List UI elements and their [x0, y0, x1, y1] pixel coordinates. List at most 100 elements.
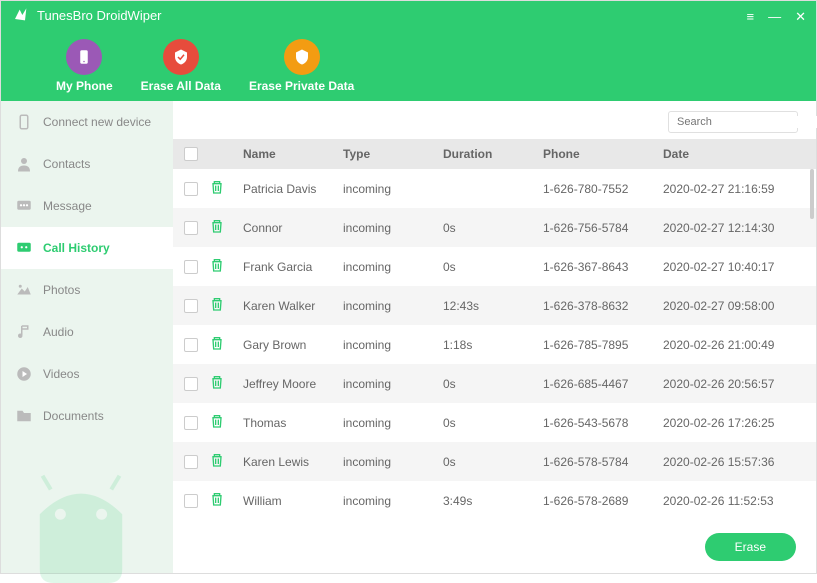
sidebar-item-label: Message — [43, 199, 92, 213]
sidebar-item-callhistory[interactable]: Call History — [1, 227, 173, 269]
col-phone: Phone — [543, 147, 663, 161]
cell-type: incoming — [343, 260, 443, 274]
table: Name Type Duration Phone Date Patricia D… — [173, 139, 816, 521]
cell-phone: 1-626-685-4467 — [543, 377, 663, 391]
shield-check-icon — [163, 39, 199, 75]
sidebar-item-message[interactable]: Message — [1, 185, 173, 227]
cell-type: incoming — [343, 416, 443, 430]
cell-date: 2020-02-26 20:56:57 — [663, 377, 816, 391]
photos-icon — [15, 281, 33, 299]
sidebar-item-photos[interactable]: Photos — [1, 269, 173, 311]
cell-type: incoming — [343, 299, 443, 313]
tab-my-phone[interactable]: My Phone — [56, 39, 113, 93]
row-checkbox[interactable] — [184, 221, 198, 235]
sidebar: Connect new device Contacts Message Call Hi… — [1, 101, 173, 573]
trash-icon[interactable] — [209, 257, 225, 273]
cell-type: incoming — [343, 182, 443, 196]
minimize-icon[interactable]: — — [768, 9, 781, 25]
trash-icon[interactable] — [209, 452, 225, 468]
cell-name: Jeffrey Moore — [243, 377, 343, 391]
cell-phone: 1-626-578-5784 — [543, 455, 663, 469]
cell-name: Frank Garcia — [243, 260, 343, 274]
cell-date: 2020-02-27 12:14:30 — [663, 221, 816, 235]
erase-button[interactable]: Erase — [705, 533, 796, 561]
trash-icon[interactable] — [209, 296, 225, 312]
footer: Erase — [173, 521, 816, 573]
cell-name: William — [243, 494, 343, 508]
trash-icon[interactable] — [209, 491, 225, 507]
row-checkbox[interactable] — [184, 338, 198, 352]
connect-icon — [15, 113, 33, 131]
cell-date: 2020-02-27 09:58:00 — [663, 299, 816, 313]
trash-icon[interactable] — [209, 218, 225, 234]
table-row: Patricia Davis incoming 1-626-780-7552 2… — [173, 169, 816, 208]
cell-phone: 1-626-756-5784 — [543, 221, 663, 235]
row-checkbox[interactable] — [184, 260, 198, 274]
row-checkbox[interactable] — [184, 416, 198, 430]
main: Connect new device Contacts Message Call Hi… — [1, 101, 816, 573]
trash-icon[interactable] — [209, 374, 225, 390]
row-checkbox[interactable] — [184, 377, 198, 391]
videos-icon — [15, 365, 33, 383]
row-checkbox[interactable] — [184, 455, 198, 469]
message-icon — [15, 197, 33, 215]
sidebar-item-documents[interactable]: Documents — [1, 395, 173, 437]
col-type: Type — [343, 147, 443, 161]
sidebar-item-label: Photos — [43, 283, 80, 297]
cell-date: 2020-02-26 21:00:49 — [663, 338, 816, 352]
cell-type: incoming — [343, 494, 443, 508]
sidebar-item-label: Videos — [43, 367, 79, 381]
scrollbar[interactable] — [810, 169, 814, 219]
table-row: Jeffrey Moore incoming 0s 1-626-685-4467… — [173, 364, 816, 403]
sidebar-item-audio[interactable]: Audio — [1, 311, 173, 353]
app-logo-icon — [13, 7, 29, 23]
sidebar-item-contacts[interactable]: Contacts — [1, 143, 173, 185]
table-row: Gary Brown incoming 1:18s 1-626-785-7895… — [173, 325, 816, 364]
cell-date: 2020-02-26 11:52:53 — [663, 494, 816, 508]
titlebar: TunesBro DroidWiper ≡ — ✕ — [1, 1, 816, 29]
table-row: Karen Walker incoming 12:43s 1-626-378-8… — [173, 286, 816, 325]
col-duration: Duration — [443, 147, 543, 161]
sidebar-item-label: Call History — [43, 241, 110, 255]
cell-phone: 1-626-780-7552 — [543, 182, 663, 196]
table-row: Connor incoming 0s 1-626-756-5784 2020-0… — [173, 208, 816, 247]
tab-erase-all[interactable]: Erase All Data — [141, 39, 221, 93]
cell-phone: 1-626-378-8632 — [543, 299, 663, 313]
row-checkbox[interactable] — [184, 299, 198, 313]
row-checkbox[interactable] — [184, 182, 198, 196]
cell-phone: 1-626-785-7895 — [543, 338, 663, 352]
top-tabs: My Phone Erase All Data Erase Private Da… — [1, 39, 354, 93]
sidebar-item-label: Contacts — [43, 157, 90, 171]
cell-phone: 1-626-367-8643 — [543, 260, 663, 274]
sidebar-item-videos[interactable]: Videos — [1, 353, 173, 395]
app-title: TunesBro DroidWiper — [37, 8, 162, 23]
cell-duration: 0s — [443, 377, 543, 391]
row-checkbox[interactable] — [184, 494, 198, 508]
cell-date: 2020-02-26 17:26:25 — [663, 416, 816, 430]
documents-icon — [15, 407, 33, 425]
cell-duration: 3:49s — [443, 494, 543, 508]
content: Name Type Duration Phone Date Patricia D… — [173, 101, 816, 573]
sidebar-item-label: Documents — [43, 409, 104, 423]
trash-icon[interactable] — [209, 179, 225, 195]
sidebar-item-connect[interactable]: Connect new device — [1, 101, 173, 143]
shield-icon — [284, 39, 320, 75]
trash-icon[interactable] — [209, 335, 225, 351]
cell-date: 2020-02-27 10:40:17 — [663, 260, 816, 274]
cell-name: Connor — [243, 221, 343, 235]
cell-duration: 0s — [443, 221, 543, 235]
close-icon[interactable]: ✕ — [795, 9, 806, 25]
search-box[interactable] — [668, 111, 798, 133]
cell-type: incoming — [343, 377, 443, 391]
cell-type: incoming — [343, 455, 443, 469]
table-row: Thomas incoming 0s 1-626-543-5678 2020-0… — [173, 403, 816, 442]
tab-erase-private[interactable]: Erase Private Data — [249, 39, 354, 93]
contacts-icon — [15, 155, 33, 173]
trash-icon[interactable] — [209, 413, 225, 429]
cell-duration: 1:18s — [443, 338, 543, 352]
cell-name: Thomas — [243, 416, 343, 430]
select-all-checkbox[interactable] — [184, 147, 198, 161]
search-input[interactable] — [677, 116, 817, 128]
more-icon[interactable]: ≡ — [747, 9, 755, 25]
cell-phone: 1-626-543-5678 — [543, 416, 663, 430]
